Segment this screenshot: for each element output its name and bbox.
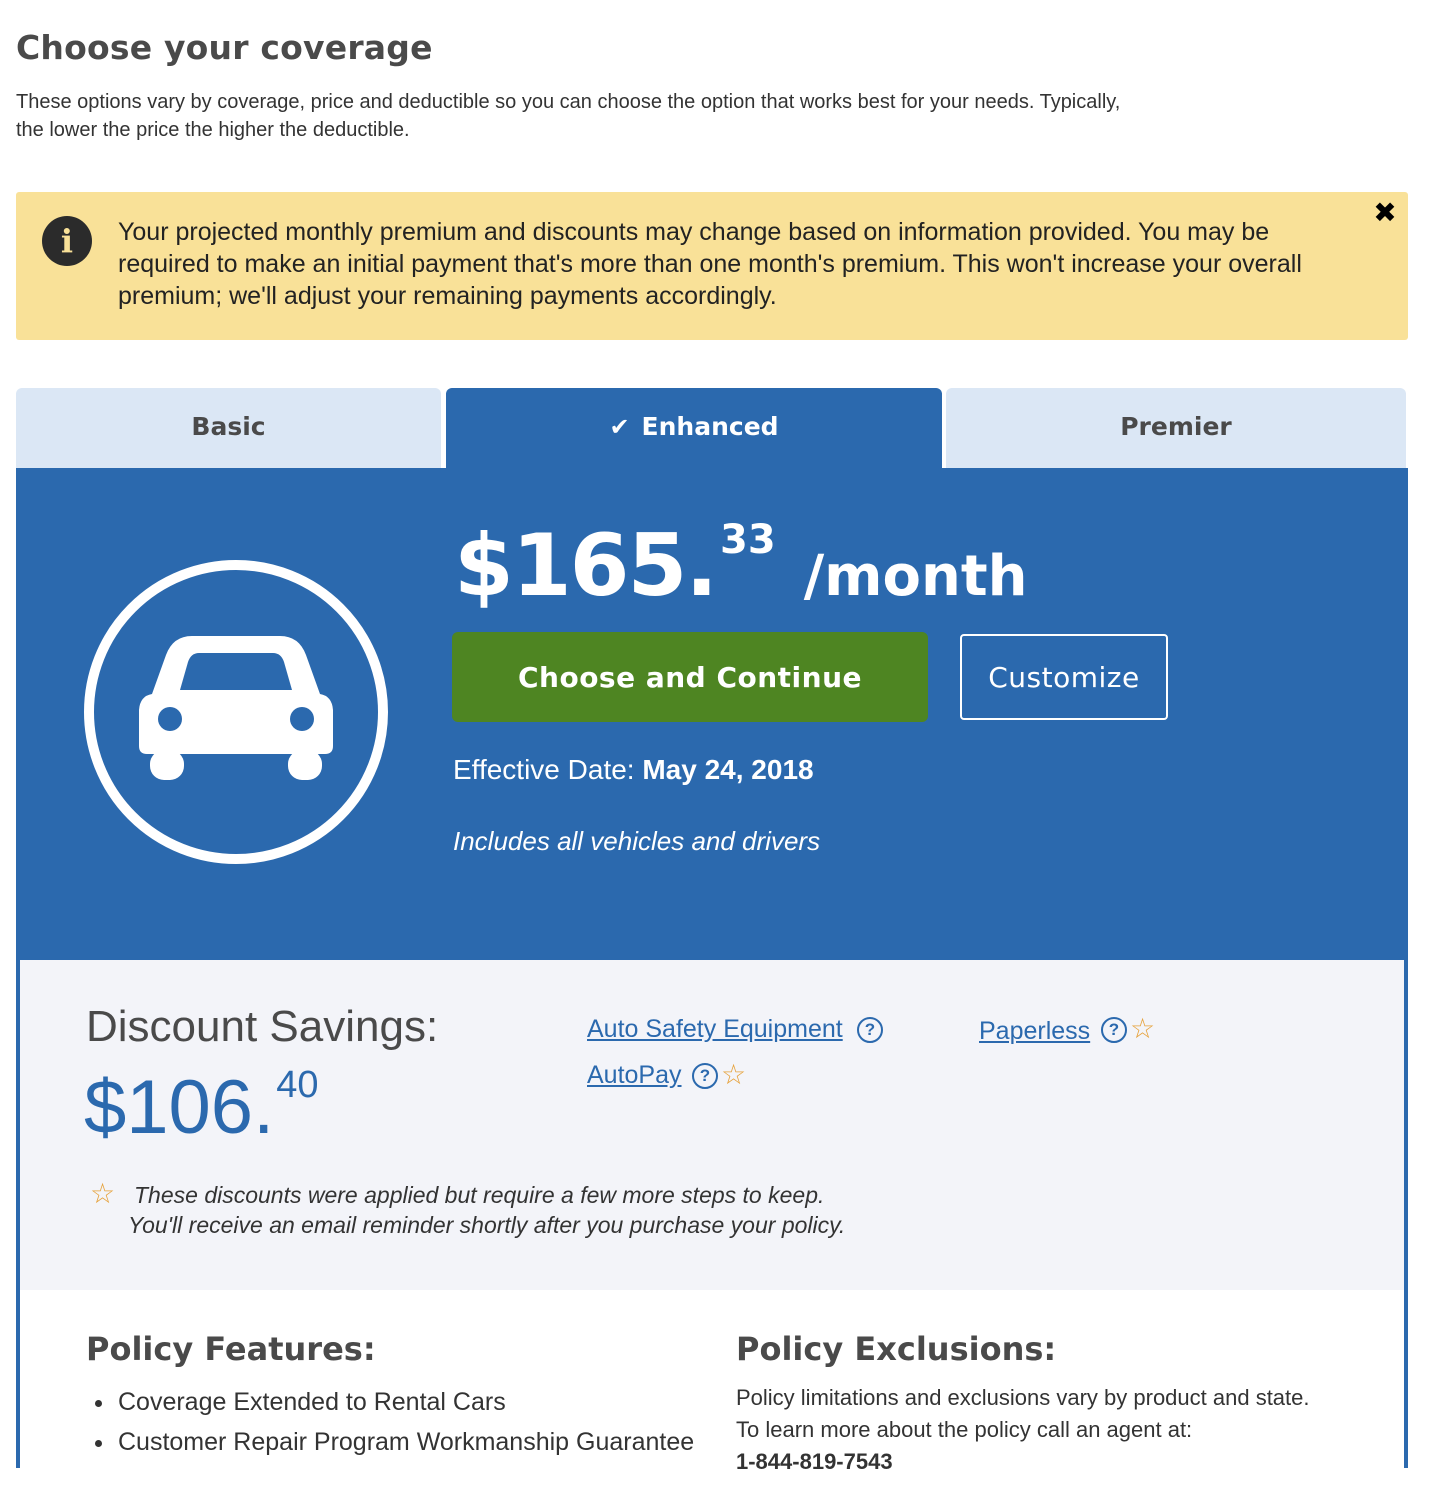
help-icon[interactable]: ? [1101, 1017, 1127, 1043]
policy-features-title: Policy Features: [86, 1330, 376, 1368]
star-icon: ☆ [721, 1059, 747, 1090]
tab-premier[interactable]: Premier [946, 388, 1406, 468]
discount-note-line-2: You'll receive an email reminder shortly… [128, 1212, 846, 1238]
price-cents: 33 [720, 517, 776, 563]
policy-features-list: Coverage Extended to Rental Cars Custome… [86, 1382, 694, 1462]
effective-date-label: Effective Date: [453, 754, 635, 785]
discount-link-autopay[interactable]: AutoPay [587, 1061, 682, 1090]
discount-note: These discounts were applied but require… [128, 1180, 894, 1240]
discount-cents: 40 [276, 1064, 319, 1106]
discount-savings-label: Discount Savings: [86, 1002, 439, 1051]
plan-panel: $165. 33/month Choose and Continue Custom… [16, 468, 1408, 1490]
discount-savings-box: Discount Savings: $106.40 Auto Safety Eq… [20, 960, 1404, 1290]
discount-link-auto-safety[interactable]: Auto Safety Equipment [587, 1015, 843, 1044]
discount-link-paperless[interactable]: Paperless [979, 1017, 1090, 1046]
policy-exclusions-title: Policy Exclusions: [736, 1330, 1057, 1368]
exclusions-line-1: Policy limitations and exclusions vary b… [736, 1385, 1310, 1410]
list-item: Customer Repair Program Workmanship Guar… [116, 1422, 694, 1462]
tab-label: Basic [191, 412, 266, 441]
tab-basic[interactable]: Basic [16, 388, 441, 468]
help-icon[interactable]: ? [857, 1017, 883, 1043]
info-icon: i [42, 216, 92, 266]
star-icon: ☆ [1130, 1013, 1156, 1044]
premium-alert: i Your projected monthly premium and dis… [16, 192, 1408, 340]
list-item: Coverage Extended to Rental Cars [116, 1382, 694, 1422]
close-icon[interactable]: ✖ [1370, 198, 1400, 228]
policy-exclusions-text: Policy limitations and exclusions vary b… [736, 1382, 1376, 1478]
help-icon[interactable]: ? [692, 1063, 718, 1089]
monthly-price: $165. 33/month [454, 516, 1027, 616]
customize-button[interactable]: Customize [960, 634, 1168, 720]
intro-text: These options vary by coverage, price an… [16, 88, 1276, 144]
choose-and-continue-button[interactable]: Choose and Continue [452, 632, 928, 722]
includes-text: Includes all vehicles and drivers [453, 826, 821, 856]
tab-enhanced[interactable]: ✔ Enhanced [446, 388, 942, 468]
star-icon: ☆ [90, 1178, 116, 1209]
intro-line-1: These options vary by coverage, price an… [16, 91, 1121, 113]
effective-date: Effective Date: May 24, 2018 [453, 754, 814, 786]
price-dollars: $165. [454, 516, 718, 616]
intro-line-2: the lower the price the higher the deduc… [16, 119, 410, 141]
discount-dollars: $106. [84, 1065, 275, 1150]
policy-details: Policy Features: Coverage Extended to Re… [20, 1290, 1404, 1490]
exclusions-line-2: To learn more about the policy call an a… [736, 1417, 1193, 1442]
checkmark-icon: ✔ [609, 413, 630, 441]
tab-label: Premier [1120, 412, 1232, 441]
car-icon [84, 560, 388, 864]
effective-date-value: May 24, 2018 [642, 754, 814, 785]
discount-savings-amount: $106.40 [84, 1064, 318, 1151]
discount-note-line-1: These discounts were applied but require… [134, 1182, 825, 1208]
price-period: /month [803, 544, 1028, 609]
alert-message: Your projected monthly premium and disco… [118, 218, 1302, 310]
page-title: Choose your coverage [16, 28, 433, 67]
tab-label: Enhanced [641, 412, 779, 441]
agent-phone[interactable]: 1-844-819-7543 [736, 1446, 1376, 1478]
